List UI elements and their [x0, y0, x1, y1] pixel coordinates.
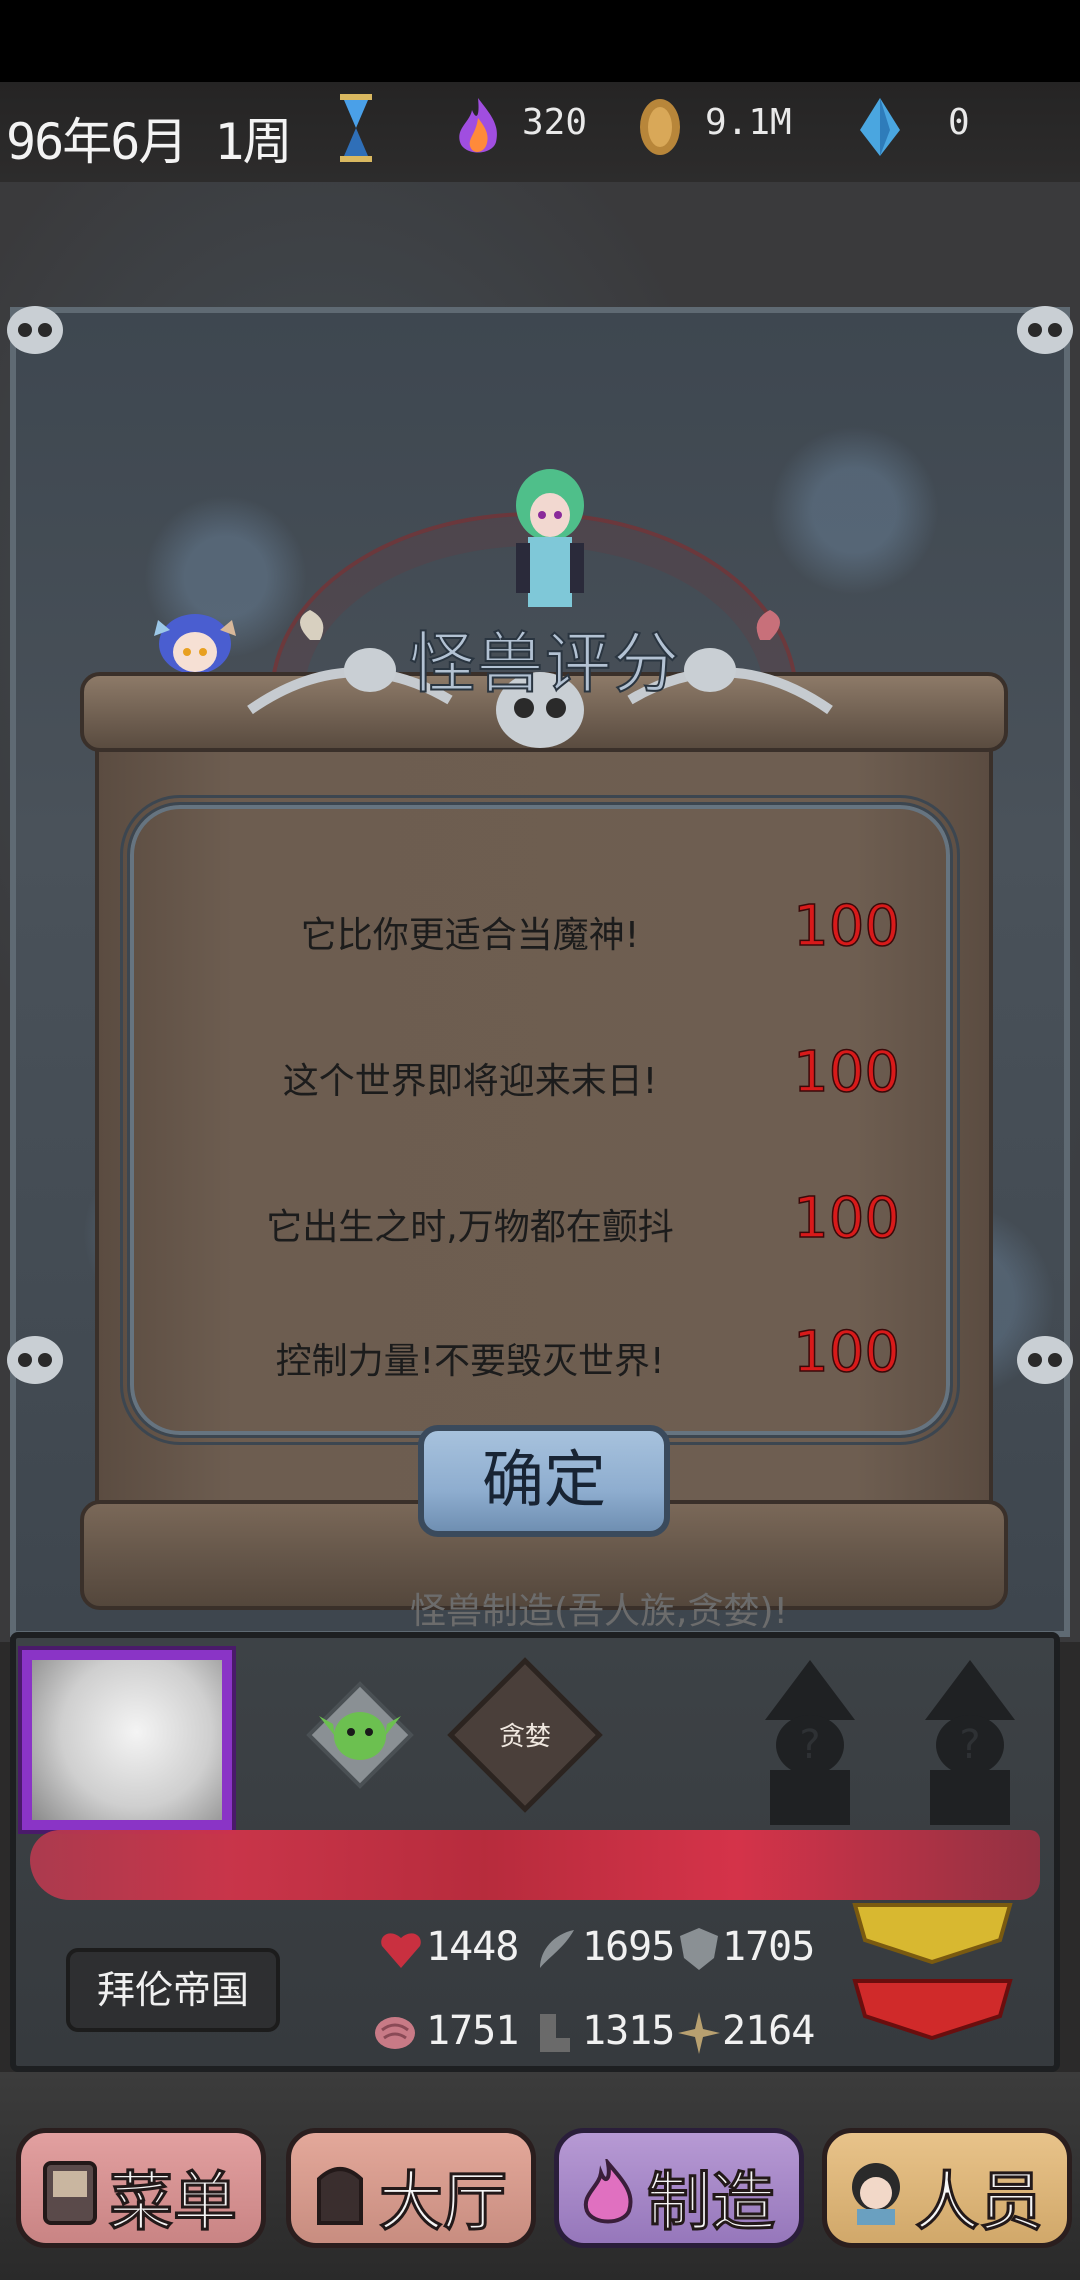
skull-ornament-icon [7, 1336, 63, 1384]
score-value: 100 [792, 893, 900, 960]
score-row: 控制力量!不要毁灭世界! 100 [200, 1316, 940, 1396]
locked-slot-silhouette-icon[interactable]: ? [895, 1650, 1045, 1830]
skull-ornament-icon [1017, 306, 1073, 354]
score-value: 100 [792, 1039, 900, 1106]
gold-rank-chevron-icon [852, 1903, 1013, 1965]
hourglass-icon[interactable] [338, 92, 374, 164]
nav-craft-button[interactable]: 制造 [554, 2128, 804, 2248]
health-aura-bar [30, 1830, 1040, 1900]
potion-flame-icon [583, 2159, 633, 2224]
magic-sparkle-icon [678, 2012, 720, 2054]
skull-ornament-icon [1017, 1336, 1073, 1384]
nav-menu-label: 菜单 [108, 2165, 239, 2242]
nation-button[interactable]: 拜伦帝国 [66, 1948, 280, 2032]
crystal-count: 0 [948, 102, 970, 143]
status-bar [0, 0, 1080, 82]
monster-portrait[interactable] [22, 1650, 232, 1830]
boot-icon [540, 2014, 570, 2052]
goblin-race-badge-icon[interactable] [305, 1680, 415, 1790]
score-row-label: 控制力量!不要毁灭世界! [275, 1341, 665, 1382]
nav-hall-label: 大厅 [378, 2165, 509, 2242]
defense-stat: 1705 [722, 1924, 815, 1970]
panel-background-text: 怪兽制造(吾人族,贪婪)! [410, 1591, 788, 1632]
score-row: 这个世界即将迎来末日! 100 [200, 1036, 940, 1116]
flame-count: 320 [522, 102, 588, 143]
brain-icon [375, 2017, 415, 2049]
score-row-label: 它出生之时,万物都在颤抖 [266, 1207, 674, 1248]
score-value: 100 [792, 1185, 900, 1252]
door-icon [317, 2167, 363, 2225]
nav-menu-button[interactable]: 菜单 [16, 2128, 266, 2248]
blue-haired-character[interactable] [150, 600, 240, 680]
hp-stat: 1448 [426, 1924, 519, 1970]
svg-text:?: ? [799, 1722, 820, 1768]
score-value: 100 [792, 1319, 900, 1386]
intelligence-stat: 1751 [426, 2008, 519, 2054]
coin-icon [640, 99, 680, 155]
device-icon [43, 2161, 97, 2225]
crystal-icon [860, 98, 900, 156]
shield-icon [680, 1928, 718, 1970]
score-row: 它比你更适合当魔神! 100 [200, 890, 940, 970]
nav-hall-button[interactable]: 大厅 [286, 2128, 536, 2248]
top-resource-bar: 96年6月 1周 320 9.1M 0 [0, 82, 1080, 182]
magic-stat: 2164 [722, 2008, 815, 2054]
trait-badge-label: 贪婪 [498, 1722, 551, 1752]
nav-craft-label: 制造 [646, 2165, 777, 2242]
dialog-title: 怪兽评分 [408, 624, 681, 703]
score-row-label: 它比你更适合当魔神! [300, 915, 640, 956]
svg-text:?: ? [959, 1722, 980, 1768]
flame-icon [459, 98, 497, 153]
speed-stat: 1315 [582, 2008, 675, 2054]
coin-count: 9.1M [705, 102, 792, 143]
game-date: 96年6月 1周 [6, 113, 293, 171]
nav-staff-button[interactable]: 人员 [822, 2128, 1072, 2248]
score-row: 它出生之时,万物都在颤抖 100 [200, 1182, 940, 1262]
feather-icon [540, 1930, 574, 1968]
heart-icon [381, 1933, 421, 1968]
confirm-button[interactable]: 确定 [418, 1425, 670, 1537]
attack-stat: 1695 [582, 1924, 675, 1970]
score-row-label: 这个世界即将迎来末日! [282, 1061, 658, 1102]
locked-slot-silhouette-icon[interactable]: ? [735, 1650, 885, 1830]
person-avatar-icon [852, 2163, 900, 2225]
red-rank-chevron-icon [852, 1979, 1013, 2041]
skull-ornament-icon [7, 306, 63, 354]
nav-staff-label: 人员 [914, 2165, 1045, 2242]
